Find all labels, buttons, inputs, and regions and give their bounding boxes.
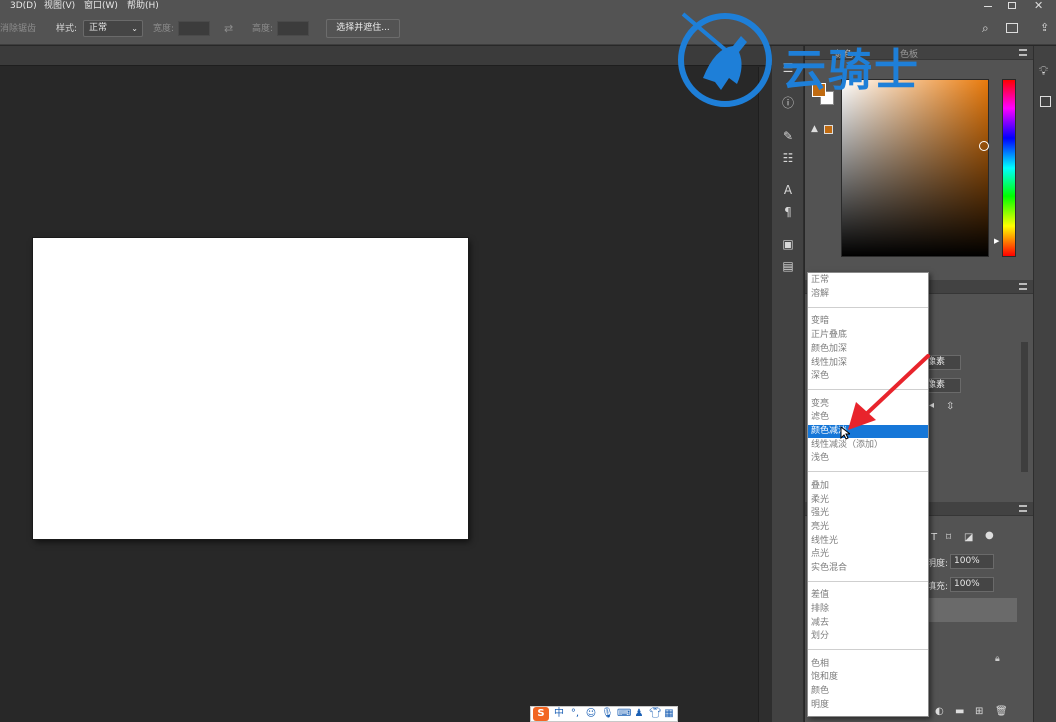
select-and-mask-button[interactable]: 选择并遮住...: [326, 19, 400, 38]
layer-row-selected[interactable]: [929, 598, 1017, 622]
blend-dissolve[interactable]: 溶解: [808, 288, 928, 301]
panel-menu-icon[interactable]: [1019, 283, 1027, 290]
blend-multiply[interactable]: 正片叠底: [808, 329, 928, 342]
height-input[interactable]: [277, 21, 309, 36]
blend-saturation[interactable]: 饱和度: [808, 671, 928, 684]
style-value: 正常: [89, 23, 108, 33]
menu-view[interactable]: 视图(V): [44, 0, 75, 12]
blend-divide[interactable]: 划分: [808, 630, 928, 643]
blend-linear-dodge[interactable]: 线性减淡（添加）: [808, 439, 928, 452]
menu-bar: 3D(D) 视图(V) 窗口(W) 帮助(H) ✕: [0, 0, 1056, 12]
style-label: 样式:: [56, 24, 78, 34]
hue-slider-handle[interactable]: ▶: [994, 237, 999, 245]
chevron-down-icon: ⌄: [131, 24, 138, 33]
blend-luminosity[interactable]: 明度: [808, 699, 928, 712]
menu-separator: [808, 307, 928, 308]
new-layer-icon[interactable]: ⊞: [975, 706, 983, 717]
close-icon[interactable]: ✕: [1034, 0, 1043, 12]
group-icon[interactable]: ▬: [955, 706, 964, 717]
adjustment-layer-icon[interactable]: ◐: [935, 706, 944, 717]
ime-voice-icon[interactable]: 🎙︎: [601, 707, 614, 721]
text-filter-icon[interactable]: T: [931, 532, 937, 543]
ime-grid-icon[interactable]: ▦: [663, 707, 675, 721]
blend-exclusion[interactable]: 排除: [808, 603, 928, 616]
lock-icon: 🔒︎: [995, 654, 1000, 664]
blend-pin-light[interactable]: 点光: [808, 548, 928, 561]
adjust-icon[interactable]: ☷: [780, 150, 796, 166]
panel-menu-icon[interactable]: [1019, 49, 1027, 56]
ime-shirt-icon[interactable]: 👕︎: [649, 707, 662, 721]
panel-icon-strip: ☰ ⓘ ✎ ☷ A ¶ ▣ ▤: [772, 46, 804, 722]
fill-label: 填充:: [927, 582, 949, 592]
ime-logo-icon[interactable]: S: [533, 707, 549, 721]
annotation-arrow: [848, 354, 930, 430]
blend-mode-dropdown: 正常 溶解 变暗 正片叠底 颜色加深 线性加深 深色 变亮 滤色 颜色减淡 线性…: [807, 272, 929, 717]
notes-icon[interactable]: ▤: [780, 258, 796, 274]
paragraph-icon[interactable]: ¶: [780, 204, 796, 220]
color-picker-field[interactable]: [841, 79, 989, 257]
opacity-label: 明度:: [927, 559, 949, 569]
blend-overlay[interactable]: 叠加: [808, 480, 928, 493]
fill-field[interactable]: 100%: [950, 577, 994, 592]
brush-icon[interactable]: ✎: [780, 128, 796, 144]
width-input[interactable]: [178, 21, 210, 36]
blend-vivid-light[interactable]: 亮光: [808, 521, 928, 534]
blend-darken[interactable]: 变暗: [808, 315, 928, 328]
search-icon[interactable]: ⌕: [982, 21, 989, 36]
menu-separator: [808, 581, 928, 582]
ime-punct-icon[interactable]: °,: [569, 707, 581, 721]
filter-toggle-icon[interactable]: ●: [985, 530, 994, 541]
delete-layer-icon[interactable]: 🗑︎: [995, 706, 1008, 717]
hue-slider[interactable]: [1002, 79, 1016, 257]
restore-icon[interactable]: [1008, 2, 1016, 9]
web-safe-swatch[interactable]: [824, 125, 833, 134]
gamut-warning-icon: ▲: [811, 124, 818, 134]
watermark-logo: [678, 12, 772, 107]
antialias-option[interactable]: 消除锯齿: [0, 23, 36, 35]
ime-skin-icon[interactable]: ♟: [633, 707, 645, 721]
blend-lighter-color[interactable]: 浅色: [808, 452, 928, 465]
document-canvas[interactable]: [33, 238, 468, 539]
bulb-icon[interactable]: 💡︎: [1039, 64, 1048, 79]
smart-filter-icon[interactable]: ◪: [964, 532, 973, 543]
opacity-field[interactable]: 100%: [950, 554, 994, 569]
color-picker-cursor[interactable]: [979, 141, 989, 151]
ime-toolbar: S 中 °, ☺ 🎙︎ ⌨ ♟ 👕︎ ▦: [530, 706, 678, 722]
document-tab-strip: [0, 46, 772, 66]
distribute-icon[interactable]: ⇳: [946, 401, 954, 412]
panel-menu-icon[interactable]: [1019, 505, 1027, 512]
ime-emoji-icon[interactable]: ☺: [585, 707, 597, 721]
shape-filter-icon[interactable]: ⌑: [946, 532, 951, 543]
ime-lang-toggle[interactable]: 中: [553, 707, 565, 721]
export-icon[interactable]: [1040, 96, 1051, 107]
layout-icon[interactable]: [1006, 23, 1018, 33]
ime-keyboard-icon[interactable]: ⌨: [617, 707, 631, 721]
menu-window[interactable]: 窗口(W): [84, 0, 118, 12]
watermark-text: 云骑士: [782, 45, 920, 96]
blend-hue[interactable]: 色相: [808, 658, 928, 671]
image-icon[interactable]: ▣: [780, 236, 796, 252]
menu-3d[interactable]: 3D(D): [10, 0, 37, 12]
blend-normal[interactable]: 正常: [808, 274, 928, 287]
height-label: 高度:: [252, 24, 274, 34]
style-select[interactable]: 正常 ⌄: [83, 20, 143, 37]
share-icon[interactable]: ⇪: [1040, 21, 1049, 34]
menu-help[interactable]: 帮助(H): [127, 0, 159, 12]
canvas-scrollbar[interactable]: [758, 67, 772, 722]
blend-hard-light[interactable]: 强光: [808, 507, 928, 520]
blend-hard-mix[interactable]: 实色混合: [808, 562, 928, 575]
character-icon[interactable]: A: [780, 182, 796, 198]
right-icon-bar: 💡︎: [1033, 46, 1056, 722]
width-label: 宽度:: [153, 24, 175, 34]
menu-separator: [808, 471, 928, 472]
menu-separator: [808, 649, 928, 650]
blend-subtract[interactable]: 减去: [808, 617, 928, 630]
blend-linear-light[interactable]: 线性光: [808, 535, 928, 548]
properties-scrollbar[interactable]: [1021, 342, 1028, 472]
minimize-icon[interactable]: [984, 6, 992, 7]
blend-color[interactable]: 颜色: [808, 685, 928, 698]
blend-difference[interactable]: 差值: [808, 589, 928, 602]
swap-icon[interactable]: ⇄: [224, 23, 233, 35]
blend-soft-light[interactable]: 柔光: [808, 494, 928, 507]
